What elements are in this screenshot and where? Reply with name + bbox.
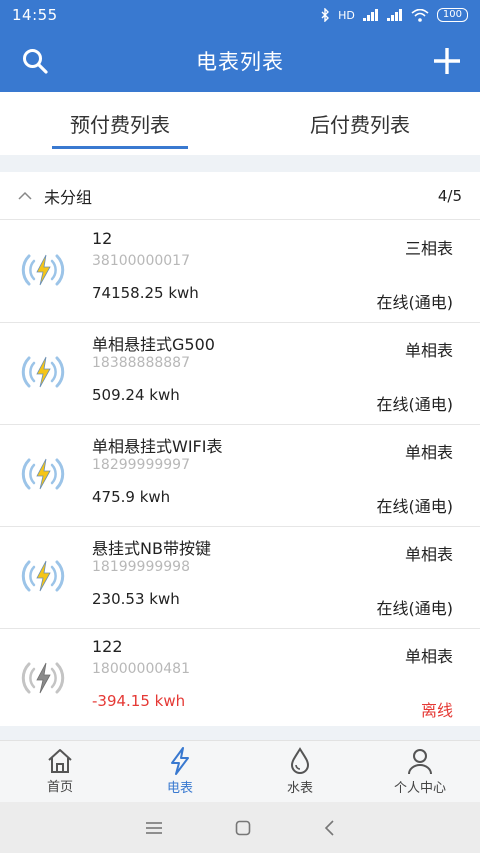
network-type-label: HD [338, 8, 355, 22]
search-button[interactable] [4, 30, 66, 92]
meter-reading: 509.24 kwh [92, 386, 180, 404]
section-divider [0, 155, 480, 172]
meter-list-item[interactable]: 单相悬挂式G500 18388888887 509.24 kwh 单相表 在线(… [0, 323, 480, 425]
meter-list-item[interactable]: 悬挂式NB带按键 18199999998 230.53 kwh 单相表 在线(通… [0, 527, 480, 629]
nav-profile[interactable]: 个人中心 [360, 741, 480, 802]
meter-code: 38100000017 [92, 253, 190, 269]
meter-name: 单相悬挂式WIFI表 [92, 437, 223, 456]
app-bar: 电表列表 [0, 30, 480, 92]
wifi-icon [411, 8, 429, 22]
plus-icon [434, 48, 460, 74]
meter-reading: 475.9 kwh [92, 488, 171, 506]
meter-reading: 230.53 kwh [92, 590, 180, 608]
meter-code: 18388888887 [92, 355, 190, 371]
meter-offline-icon [21, 662, 65, 694]
meter-status: 在线(通电) [376, 395, 454, 414]
search-icon [23, 49, 48, 74]
system-nav-bar [0, 802, 480, 853]
tab-postpaid-label: 后付费列表 [310, 113, 410, 137]
meter-type: 单相表 [404, 647, 453, 666]
meter-online-icon [21, 560, 65, 592]
meter-name: 12 [92, 229, 113, 248]
chevron-up-icon [14, 185, 36, 207]
home-square-icon[interactable] [235, 820, 251, 836]
meter-online-icon [21, 458, 65, 490]
add-meter-button[interactable] [416, 30, 478, 92]
meter-list-item[interactable]: 122 18000000481 -394.15 kwh 单相表 离线 [0, 629, 480, 731]
meter-type: 三相表 [404, 239, 453, 258]
meter-type: 单相表 [404, 545, 453, 564]
tab-postpaid[interactable]: 后付费列表 [240, 92, 480, 155]
meter-code: 18199999998 [92, 559, 190, 575]
group-count: 4/5 [437, 186, 462, 205]
meter-reading: 74158.25 kwh [92, 284, 199, 302]
water-drop-icon [290, 747, 310, 774]
meter-list: 12 38100000017 74158.25 kwh 三相表 在线(通电) 单… [0, 221, 480, 731]
back-icon[interactable] [323, 819, 335, 836]
status-icons: HD 100 [320, 8, 468, 22]
meter-name: 122 [92, 637, 123, 656]
meter-code: 18299999997 [92, 457, 190, 473]
meter-online-icon [21, 356, 65, 388]
meter-name: 悬挂式NB带按键 [92, 539, 211, 558]
status-time: 14:55 [12, 6, 58, 24]
group-name: 未分组 [44, 187, 93, 207]
meter-type: 单相表 [404, 341, 453, 360]
page-title: 电表列表 [196, 50, 284, 74]
meter-type: 单相表 [404, 443, 453, 462]
meter-online-icon [21, 254, 65, 286]
nav-water-meter[interactable]: 水表 [240, 741, 360, 802]
meter-status: 在线(通电) [376, 599, 454, 618]
meter-name: 单相悬挂式G500 [92, 335, 215, 354]
group-header[interactable]: 未分组 4/5 [0, 172, 480, 220]
meter-code: 18000000481 [92, 661, 190, 677]
home-icon [48, 749, 72, 773]
user-icon [408, 749, 432, 775]
nav-home[interactable]: 首页 [0, 741, 120, 802]
signal-icon-2 [386, 9, 402, 21]
nav-water-meter-label: 水表 [286, 781, 313, 796]
tab-prepaid[interactable]: 预付费列表 [0, 92, 240, 155]
nav-electric-meter[interactable]: 电表 [120, 741, 240, 802]
status-bar: 14:55 HD 100 [0, 0, 480, 30]
meter-reading: -394.15 kwh [92, 692, 186, 710]
meter-status: 在线(通电) [376, 497, 454, 516]
nav-profile-label: 个人中心 [393, 781, 446, 796]
battery-indicator: 100 [436, 8, 468, 22]
tab-bar: 预付费列表 后付费列表 [0, 92, 480, 155]
meter-list-item[interactable]: 单相悬挂式WIFI表 18299999997 475.9 kwh 单相表 在线(… [0, 425, 480, 527]
bottom-nav: 首页 电表 水表 个人中心 [0, 740, 480, 802]
meter-status: 在线(通电) [376, 293, 454, 312]
bluetooth-icon [321, 8, 330, 22]
nav-electric-meter-label: 电表 [166, 781, 193, 796]
menu-icon[interactable] [145, 821, 163, 835]
tab-prepaid-label: 预付费列表 [70, 113, 170, 137]
meter-list-item[interactable]: 12 38100000017 74158.25 kwh 三相表 在线(通电) [0, 221, 480, 323]
signal-icon [362, 9, 378, 21]
section-divider-bottom [0, 726, 480, 740]
nav-home-label: 首页 [46, 780, 73, 795]
lightning-icon [171, 747, 189, 775]
meter-status: 离线 [420, 701, 453, 720]
